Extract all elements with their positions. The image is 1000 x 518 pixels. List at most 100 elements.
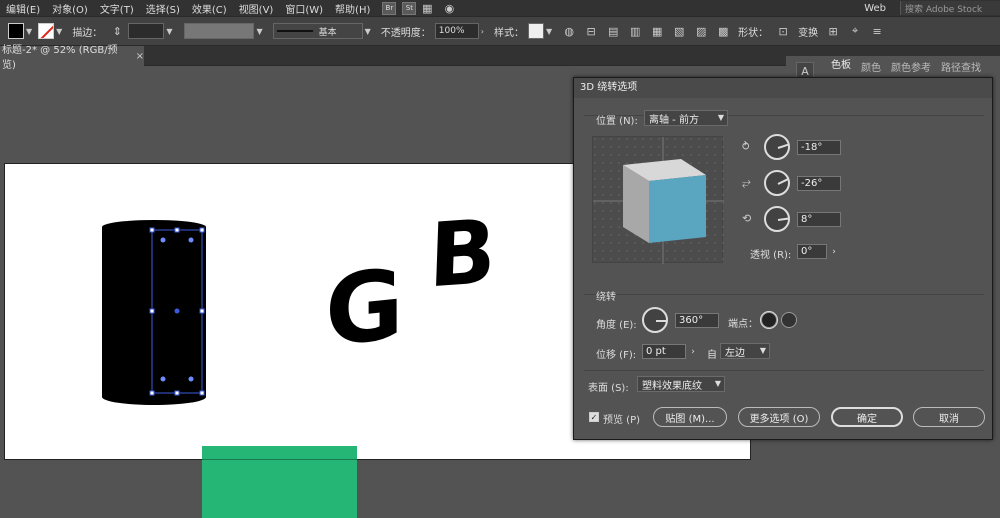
chevron-right-icon[interactable]: › xyxy=(687,344,699,359)
cube-preview[interactable] xyxy=(592,136,724,264)
rotate-y-icon: ⥂ xyxy=(742,176,751,189)
dialog-title[interactable]: 3D 绕转选项 xyxy=(574,78,992,98)
angle-dial[interactable] xyxy=(642,307,668,333)
align-right-icon[interactable]: ▦ xyxy=(648,22,666,40)
chevron-right-icon[interactable]: › xyxy=(828,244,840,259)
separator xyxy=(584,294,984,295)
cap-label: 端点： xyxy=(728,319,758,330)
menu-window[interactable]: 窗口(W) xyxy=(279,1,329,16)
from-select[interactable]: 左边 ▼ xyxy=(720,343,770,359)
from-label: 自 xyxy=(707,350,717,361)
position-value: 离轴 - 前方 xyxy=(649,114,699,126)
stroke-label: 描边： xyxy=(72,27,103,39)
stroke-style-value: 基本 xyxy=(318,27,337,38)
dial-hand xyxy=(777,217,790,221)
style-label: 样式： xyxy=(493,27,524,39)
from-value: 左边 xyxy=(725,347,745,359)
angle-field[interactable]: 360° xyxy=(675,313,719,328)
chevron-down-icon: ▼ xyxy=(759,346,766,355)
document-tab[interactable]: 标题-2* @ 52% (RGB/预览) × xyxy=(0,45,144,71)
transform-label[interactable]: 变换 xyxy=(798,24,818,39)
align-center-icon[interactable]: ▥ xyxy=(626,22,644,40)
chevron-down-icon[interactable]: ▼ xyxy=(56,27,62,36)
tab-color-guide[interactable]: 颜色参考 xyxy=(886,59,936,74)
cap-on-icon[interactable] xyxy=(760,311,778,329)
brush-definition-select[interactable]: 基本 xyxy=(272,23,363,39)
cursor-icon[interactable]: ⌖ xyxy=(846,22,864,40)
arrange-documents-icon[interactable]: ▦ xyxy=(418,0,436,17)
chevron-right-icon[interactable]: › xyxy=(481,27,484,36)
chevron-down-icon[interactable]: ▼ xyxy=(365,27,371,36)
rotate-x-icon: ⥁ xyxy=(742,140,750,153)
ok-button[interactable]: 确定 xyxy=(831,407,903,427)
align-bottom-icon[interactable]: ▩ xyxy=(714,22,732,40)
menu-select[interactable]: 选择(S) xyxy=(140,1,186,16)
recolor-artwork-icon[interactable]: ◍ xyxy=(560,22,578,40)
green-rectangle-edge xyxy=(202,459,357,460)
fill-swatch[interactable] xyxy=(8,23,24,39)
swatches-panel-tabs: 色板 颜色 颜色参考 路径查找 xyxy=(826,57,986,75)
menu-type[interactable]: 文字(T) xyxy=(94,1,140,16)
variable-width-profile[interactable] xyxy=(184,23,255,39)
surface-value: 塑料效果底纹 xyxy=(642,380,702,392)
cube-graphic xyxy=(593,137,724,264)
menu-help[interactable]: 帮助(H) xyxy=(329,1,376,16)
perspective-field[interactable]: 0° xyxy=(797,244,827,259)
stock-search-input[interactable]: 搜索 Adobe Stock xyxy=(900,1,1000,15)
document-tab-title: 标题-2* @ 52% (RGB/预览) xyxy=(2,45,118,71)
align-left-icon[interactable]: ▤ xyxy=(604,22,622,40)
map-button[interactable]: 贴图 (M)... xyxy=(653,407,727,427)
stroke-weight-field[interactable] xyxy=(128,23,165,39)
rotate-y-field[interactable]: -26° xyxy=(797,176,841,191)
more-options-button[interactable]: 更多选项 (O) xyxy=(738,407,820,427)
preview-label[interactable]: 预览 (P) xyxy=(603,411,640,426)
tab-color[interactable]: 颜色 xyxy=(856,59,886,74)
position-select[interactable]: 离轴 - 前方 ▼ xyxy=(644,110,728,126)
rotate-x-field[interactable]: -18° xyxy=(797,140,841,155)
close-icon[interactable]: × xyxy=(136,51,144,62)
menu-object[interactable]: 对象(O) xyxy=(46,1,94,16)
shape-icon[interactable]: ⊡ xyxy=(774,22,792,40)
separator xyxy=(584,370,984,371)
stepper-icon[interactable]: ⇕ xyxy=(108,22,126,40)
chevron-down-icon[interactable]: ▼ xyxy=(26,27,32,36)
chevron-down-icon[interactable]: ▼ xyxy=(256,27,262,36)
letter-g[interactable]: G xyxy=(325,248,403,369)
isolate-icon[interactable]: ⊞ xyxy=(824,22,842,40)
menu-edit[interactable]: 编辑(E) xyxy=(0,1,46,16)
stroke-preview xyxy=(276,30,313,32)
opacity-field[interactable]: 100% xyxy=(434,23,479,39)
letter-b[interactable]: B xyxy=(427,199,498,307)
revolve-section-label: 绕转 xyxy=(596,292,616,303)
menu-view[interactable]: 视图(V) xyxy=(233,1,280,16)
perspective-label: 透视 (R): xyxy=(750,250,792,261)
chevron-down-icon[interactable]: ▼ xyxy=(166,27,172,36)
position-label: 位置 (N): xyxy=(596,116,638,127)
align-middle-icon[interactable]: ▨ xyxy=(692,22,710,40)
tab-pathfinder[interactable]: 路径查找 xyxy=(936,59,986,74)
shape-label[interactable]: 形状： xyxy=(738,24,768,39)
bridge-badge[interactable]: Br xyxy=(382,1,397,15)
tab-swatches[interactable]: 色板 xyxy=(826,57,856,75)
panel-menu-icon[interactable]: ≡ xyxy=(868,22,886,40)
gpu-icon[interactable]: ◉ xyxy=(440,0,458,17)
cap-off-icon[interactable] xyxy=(781,312,797,328)
stock-badge[interactable]: St xyxy=(402,1,417,15)
green-rectangle[interactable] xyxy=(202,446,357,518)
preview-checkbox[interactable]: ✓ xyxy=(589,412,599,422)
workspace-switcher[interactable]: Web xyxy=(858,3,892,14)
stroke-swatch[interactable] xyxy=(38,23,55,39)
align-to-icon[interactable]: ⊟ xyxy=(582,22,600,40)
rotate-z-dial[interactable] xyxy=(764,206,790,232)
align-top-icon[interactable]: ▧ xyxy=(670,22,688,40)
rotate-z-field[interactable]: 8° xyxy=(797,212,841,227)
offset-field[interactable]: 0 pt xyxy=(642,344,686,359)
surface-select[interactable]: 塑料效果底纹 ▼ xyxy=(637,376,725,392)
cancel-button[interactable]: 取消 xyxy=(913,407,985,427)
menu-effect[interactable]: 效果(C) xyxy=(186,1,233,16)
chevron-down-icon[interactable]: ▼ xyxy=(546,27,552,36)
dial-hand xyxy=(777,178,789,185)
rotate-y-dial[interactable] xyxy=(764,170,790,196)
rotate-x-dial[interactable] xyxy=(764,134,790,160)
graphic-style-swatch[interactable] xyxy=(527,23,544,39)
